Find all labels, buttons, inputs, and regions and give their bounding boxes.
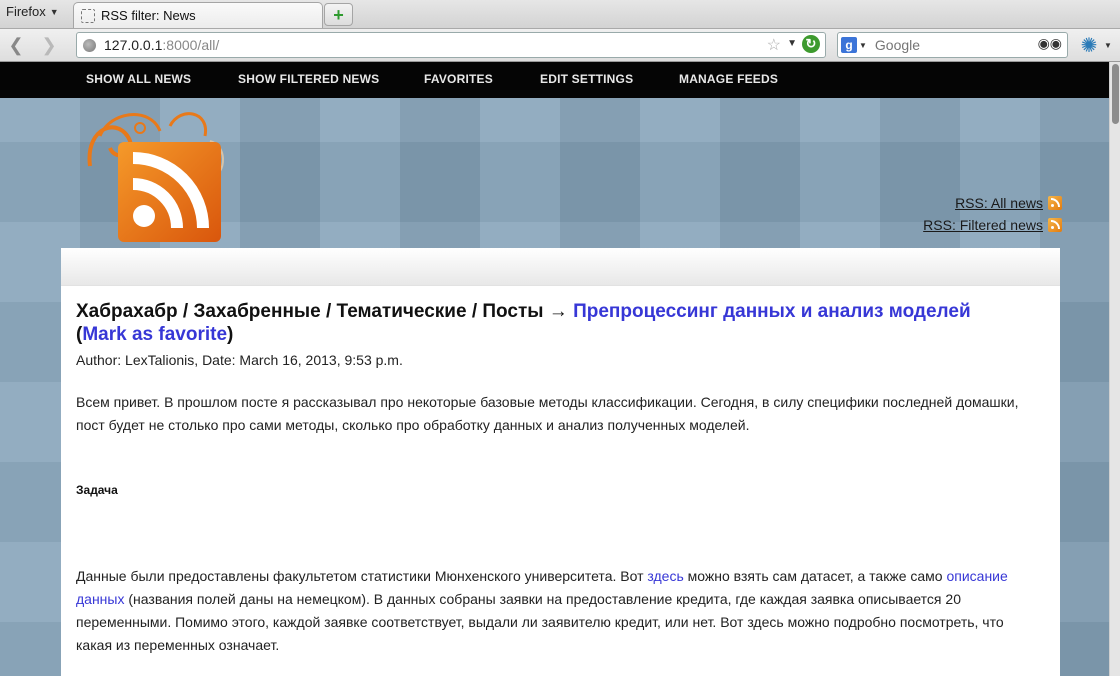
search-engine-icon[interactable]: g <box>841 37 857 53</box>
nav-edit-settings[interactable]: EDIT SETTINGS <box>540 62 633 96</box>
search-input[interactable] <box>872 36 1027 54</box>
bookmark-star-icon[interactable]: ☆ <box>767 35 781 55</box>
url-path: :8000/all/ <box>162 37 220 53</box>
reload-button[interactable]: ↻ <box>802 35 820 53</box>
nav-show-filtered-news[interactable]: SHOW FILTERED NEWS <box>238 62 379 96</box>
url-text[interactable]: 127.0.0.1:8000/all/ <box>104 37 219 53</box>
firefox-menu-button[interactable]: Firefox ▼ <box>6 4 59 19</box>
plus-icon: + <box>333 4 344 25</box>
post-breadcrumb: Хабрахабр / Захабренные / Тематические /… <box>76 301 568 322</box>
nav-show-all-news[interactable]: SHOW ALL NEWS <box>86 62 191 96</box>
forward-button[interactable]: ❯ <box>38 34 60 56</box>
post-intro: Всем привет. В прошлом посте я рассказыв… <box>76 394 1019 433</box>
chevron-down-icon[interactable]: ▼ <box>1104 41 1112 50</box>
page-favicon-icon <box>81 8 95 23</box>
rss-filtered-news-link[interactable]: RSS: Filtered news <box>923 217 1043 233</box>
nav-manage-feeds[interactable]: MANAGE FEEDS <box>679 62 778 96</box>
post-title: Хабрахабр / Захабренные / Тематические /… <box>76 300 1020 346</box>
nav-favorites[interactable]: FAVORITES <box>424 62 493 96</box>
rss-logo-icon <box>87 112 224 242</box>
tab-title: RSS filter: News <box>101 8 196 23</box>
tab-rss-filter[interactable]: RSS filter: News <box>73 2 323 28</box>
rss-all-news-link[interactable]: RSS: All news <box>955 195 1043 211</box>
dataset-link[interactable]: здесь <box>647 568 683 584</box>
section-heading: Задача <box>76 483 118 497</box>
scrollbar-thumb[interactable] <box>1112 64 1119 124</box>
search-bar[interactable]: g ▼ ◉◉ <box>837 32 1068 58</box>
mark-as-favorite-link[interactable]: Mark as favorite <box>82 324 227 345</box>
firefox-menu-label: Firefox <box>6 4 46 19</box>
rss-links: RSS: All news RSS: Filtered news <box>923 195 1062 239</box>
content-panel: Хабрахабр / Захабренные / Тематические /… <box>61 248 1060 676</box>
post-title-link[interactable]: Препроцессинг данных и анализ моделей <box>573 301 971 322</box>
back-button[interactable]: ❮ <box>5 34 27 56</box>
tab-strip: Firefox ▼ RSS filter: News + <box>0 0 1120 29</box>
history-dropdown-icon[interactable]: ▼ <box>787 38 797 49</box>
chevron-down-icon[interactable]: ▼ <box>859 41 867 50</box>
content-header-bar <box>61 248 1060 286</box>
address-bar[interactable]: 127.0.0.1:8000/all/ ☆ ▼ ↻ <box>76 32 826 58</box>
new-tab-button[interactable]: + <box>324 3 353 26</box>
rss-feed-icon[interactable] <box>1048 218 1062 232</box>
body-text-1: Данные были предоставлены факультетом ст… <box>76 568 648 584</box>
body-text-2: можно взять сам датасет, а также само <box>683 568 947 584</box>
body-text-3: (названия полей даны на немецком). В дан… <box>76 591 1004 653</box>
search-binoculars-icon[interactable]: ◉◉ <box>1038 35 1062 52</box>
post: Хабрахабр / Захабренные / Тематические /… <box>61 286 1060 657</box>
forward-arrow-icon: ❯ <box>41 34 57 55</box>
addon-icon[interactable]: ✺ <box>1076 33 1102 57</box>
site-identity-icon[interactable] <box>83 38 96 52</box>
post-meta: Author: LexTalionis, Date: March 16, 201… <box>76 352 403 368</box>
paren-close: ) <box>227 324 234 345</box>
vertical-scrollbar[interactable] <box>1109 62 1120 676</box>
post-body: Данные были предоставлены факультетом ст… <box>76 565 1020 657</box>
back-arrow-icon: ❮ <box>8 34 24 55</box>
url-host: 127.0.0.1 <box>104 37 163 53</box>
rss-feed-icon[interactable] <box>1048 196 1062 210</box>
page-viewport: SHOW ALL NEWS SHOW FILTERED NEWS FAVORIT… <box>0 62 1109 676</box>
site-menu: SHOW ALL NEWS SHOW FILTERED NEWS FAVORIT… <box>0 62 1109 98</box>
chevron-down-icon: ▼ <box>49 6 59 17</box>
rss-all-row: RSS: All news <box>923 195 1062 211</box>
rss-filtered-row: RSS: Filtered news <box>923 217 1062 233</box>
navigation-toolbar: ❮ ❯ 127.0.0.1:8000/all/ ☆ ▼ ↻ g ▼ ◉◉ ✺ ▼ <box>0 29 1120 62</box>
